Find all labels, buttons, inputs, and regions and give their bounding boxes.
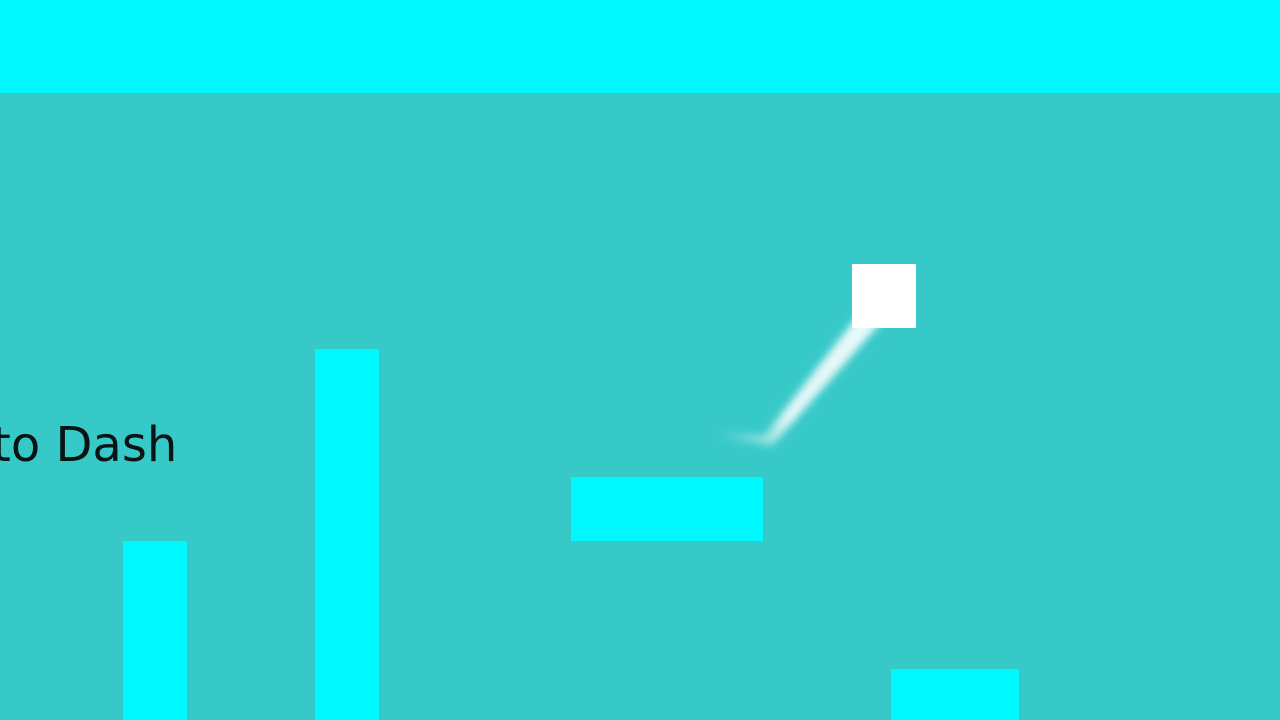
pillar-left (123, 541, 187, 720)
dash-hint-text: to Dash (0, 417, 178, 473)
ceiling-platform (0, 0, 1280, 93)
ground-block-right (891, 669, 1019, 720)
floating-platform (571, 477, 763, 541)
dash-trail (720, 300, 885, 446)
pillar-tall (315, 349, 379, 720)
player-square (852, 264, 916, 328)
